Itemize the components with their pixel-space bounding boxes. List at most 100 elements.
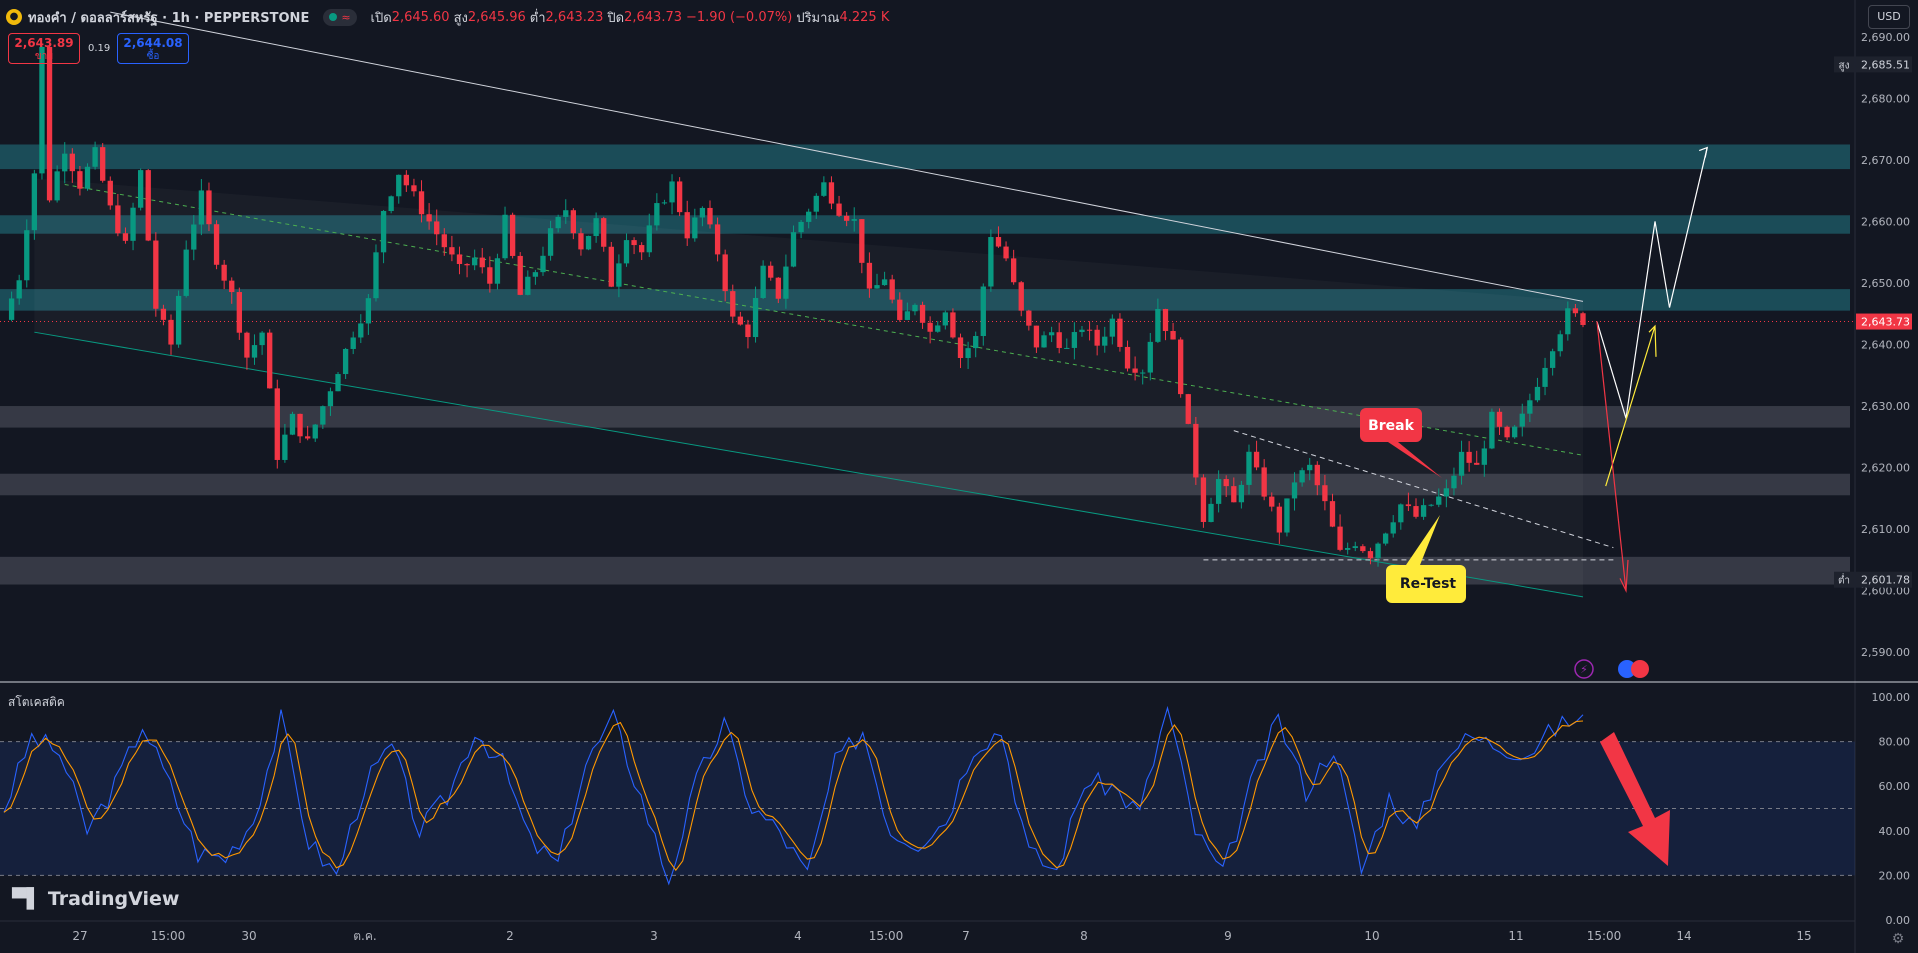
candle — [274, 379, 280, 469]
candle-body — [532, 272, 539, 277]
buy-label: ซื้อ — [146, 51, 160, 62]
buy-button[interactable]: 2,644.08 ซื้อ — [117, 33, 189, 64]
candle-body — [153, 240, 159, 309]
candle-body — [1162, 308, 1169, 331]
candle-body — [1185, 394, 1191, 424]
candle-body — [1307, 464, 1313, 471]
candle-body — [1504, 426, 1510, 438]
candle-body — [1124, 346, 1131, 369]
candle-body — [1269, 496, 1275, 507]
candle — [289, 411, 296, 436]
candle — [84, 163, 91, 191]
symbol-legend[interactable]: ● ทองคำ / ดอลลาร์สหรัฐ · 1h · PEPPERSTON… — [6, 6, 889, 28]
candle-body — [836, 203, 842, 216]
candle — [1193, 416, 1199, 485]
gold-icon: ● — [6, 9, 22, 25]
low-label: ต่ำ — [529, 10, 546, 26]
candle-body — [77, 171, 83, 189]
candle-body — [547, 228, 554, 256]
candle-body — [1071, 332, 1078, 348]
candle-body — [973, 336, 979, 349]
candle-body — [1276, 506, 1283, 533]
low-value: 2,643.23 — [545, 9, 604, 25]
tradingview-logo[interactable]: ▀▌ TradingView — [12, 888, 179, 910]
candle-body — [297, 413, 303, 437]
candle-body — [1451, 475, 1457, 489]
time-tick-label: 30 — [241, 929, 256, 943]
candle-body — [881, 279, 888, 286]
candle-body — [1018, 282, 1024, 311]
tv-logo-icon: ▀▌ — [12, 888, 48, 910]
candle-body — [1170, 330, 1176, 340]
resistance-zone — [0, 144, 1850, 170]
candle-body — [904, 311, 911, 320]
volume-value: 4.225 K — [839, 9, 890, 25]
candle-body — [1496, 411, 1503, 427]
candle-body — [646, 225, 652, 253]
candle-body — [274, 388, 280, 460]
break-label: Break — [1368, 418, 1415, 434]
candle-body — [995, 237, 1002, 247]
candle-body — [1337, 526, 1343, 550]
candle — [213, 220, 220, 270]
high-marker: สูง 2,685.51 — [1834, 56, 1912, 73]
currency-selector[interactable]: USD — [1868, 5, 1910, 29]
candle-body — [320, 406, 326, 425]
market-status[interactable]: ≈ — [323, 8, 357, 26]
candle-body — [502, 214, 508, 259]
time-tick-label: 11 — [1508, 929, 1523, 943]
candle-body — [676, 181, 683, 213]
candle-body — [1390, 522, 1396, 534]
volume-label: ปริมาณ — [796, 10, 840, 26]
candle-body — [768, 265, 774, 278]
sell-button[interactable]: 2,643.89 ขาย — [8, 33, 80, 64]
candle-body — [517, 255, 523, 295]
candle-body — [601, 218, 607, 247]
candle-body — [942, 312, 948, 326]
chart-canvas[interactable]: 2,690.00 2,680.00 2,670.00 2,660.00 2,650.00… — [0, 0, 1918, 953]
candle-body — [1284, 498, 1290, 533]
candle-body — [1193, 423, 1199, 478]
price-tick-label: 2,690.00 — [1861, 31, 1910, 44]
candle-body — [1079, 329, 1085, 333]
candle-body — [919, 304, 926, 323]
candle-body — [1132, 368, 1138, 373]
candle-body — [1178, 339, 1184, 395]
candle-body — [479, 257, 485, 268]
candle-body — [1117, 318, 1123, 347]
candle — [1117, 313, 1123, 352]
candle-body — [84, 166, 91, 189]
candle-body — [251, 345, 258, 358]
wave-icon: ≈ — [341, 10, 351, 24]
candle-body — [593, 218, 599, 237]
candle-body — [312, 424, 318, 439]
candle-body — [418, 191, 425, 215]
candle-body — [813, 195, 819, 212]
us-flag-icon-2 — [1631, 660, 1649, 678]
indicator-title[interactable]: สโตเคสติค — [8, 693, 65, 712]
candle-body — [39, 46, 45, 174]
candle-body — [289, 413, 296, 435]
settings-icon[interactable]: ⚙ — [1890, 931, 1906, 947]
price-tick-label: 2,630.00 — [1861, 400, 1910, 413]
candle-body — [1231, 486, 1237, 503]
candle-body — [509, 214, 516, 256]
candle-body — [1208, 503, 1214, 522]
stoch-tick-label: 100.00 — [1872, 691, 1911, 704]
candle-body — [775, 277, 781, 299]
candle-body — [661, 202, 668, 204]
candle — [153, 232, 159, 317]
candle — [1178, 337, 1184, 398]
candle-body — [692, 217, 698, 239]
candle-body — [342, 348, 349, 375]
candle-body — [1458, 451, 1465, 476]
open-value: 2,645.60 — [391, 9, 450, 25]
price-tick-label: 2,660.00 — [1861, 215, 1910, 228]
candle-body — [1489, 411, 1495, 449]
candle-body — [137, 170, 144, 208]
candle-body — [1056, 332, 1062, 348]
candle-body — [1147, 341, 1153, 373]
candle-body — [874, 285, 880, 289]
candle-body — [267, 332, 273, 389]
candle-body — [1481, 448, 1487, 465]
